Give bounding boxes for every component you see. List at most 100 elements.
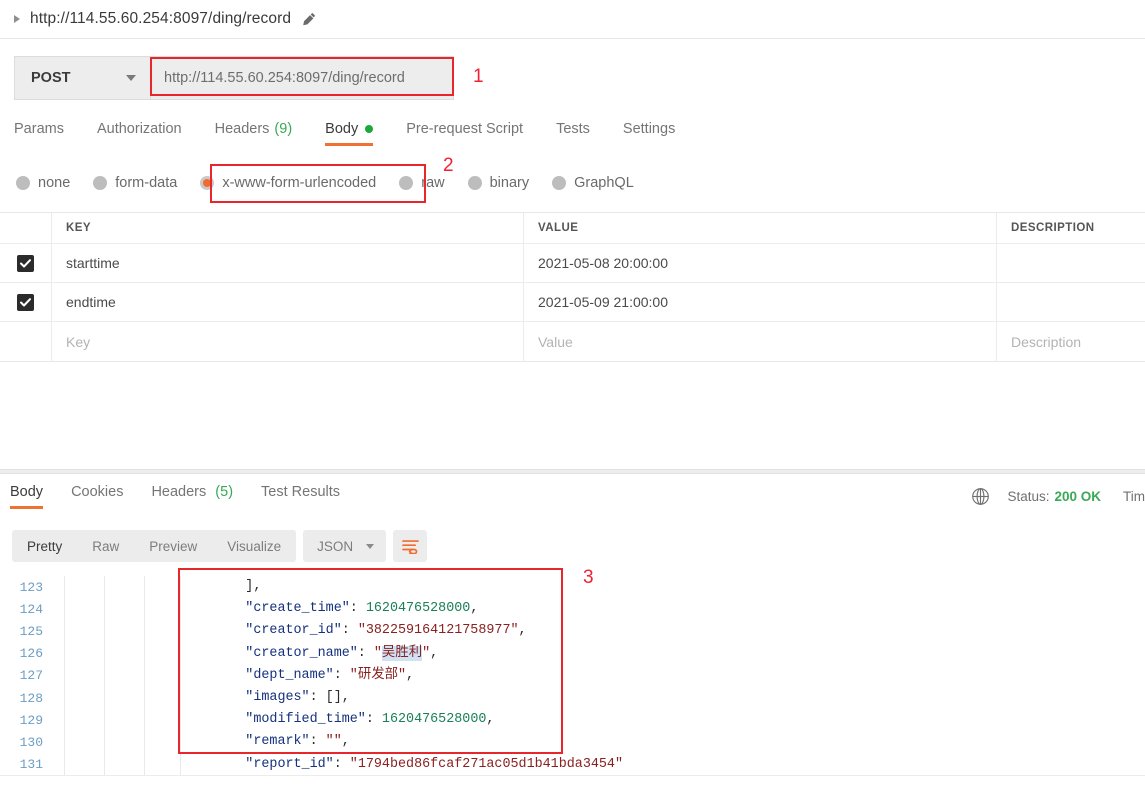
annotation-label-3: 3 xyxy=(583,567,594,588)
radio-none-icon xyxy=(16,176,30,190)
view-preview-button[interactable]: Preview xyxy=(134,530,212,562)
indent-guides xyxy=(56,642,181,665)
code-line: 129 "modified_time": 1620476528000, xyxy=(0,709,1145,732)
table-row: endtime 2021-05-09 21:00:00 xyxy=(0,283,1145,322)
bottom-edge xyxy=(0,775,1145,786)
radio-binary[interactable]: binary xyxy=(467,175,530,191)
header-cell-key: KEY xyxy=(52,213,524,243)
url-input[interactable]: http://114.55.60.254:8097/ding/record xyxy=(151,57,453,99)
indent-guides xyxy=(56,620,181,643)
checkbox-checked-icon[interactable] xyxy=(17,293,34,311)
radio-raw-label: raw xyxy=(421,175,445,191)
view-raw-button[interactable]: Raw xyxy=(77,530,134,562)
line-number: 125 xyxy=(19,623,43,639)
http-method-dropdown[interactable]: POST xyxy=(15,57,151,99)
radio-graphql-label: GraphQL xyxy=(574,175,634,191)
code-text: "report_id": "1794bed86fcaf271ac05d1b41b… xyxy=(245,756,623,772)
response-tab-test-results-label: Test Results xyxy=(261,484,341,500)
tab-authorization[interactable]: Authorization xyxy=(97,121,182,146)
response-tab-body[interactable]: Body xyxy=(10,484,44,509)
globe-icon[interactable] xyxy=(971,487,990,506)
response-body-code[interactable]: 123 ], 124 "create_time": 1620476528000, 1… xyxy=(0,576,1145,776)
status-label: Status: xyxy=(1007,489,1050,504)
table-row: starttime 2021-05-08 20:00:00 xyxy=(0,244,1145,283)
code-text: ], xyxy=(245,579,262,594)
indent-guides xyxy=(56,686,181,710)
header-cell-check xyxy=(0,213,52,243)
tab-settings[interactable]: Settings xyxy=(623,121,675,146)
line-number: 123 xyxy=(19,579,43,595)
tab-settings-label: Settings xyxy=(622,121,676,137)
code-line: 131 "report_id": "1794bed86fcaf271ac05d1… xyxy=(0,753,1145,776)
indent-guides xyxy=(56,598,181,621)
tab-headers-label: Headers xyxy=(214,121,270,137)
radio-binary-icon xyxy=(467,176,482,190)
request-titlebar: http://114.55.60.254:8097/ding/record xyxy=(0,0,1145,39)
chevron-down-icon xyxy=(366,543,375,549)
code-text: "creator_name": "吴胜利", xyxy=(245,645,439,661)
pencil-icon[interactable] xyxy=(302,12,317,27)
radio-form-data[interactable]: form-data xyxy=(93,175,177,191)
chevron-down-icon xyxy=(126,75,136,81)
http-method-label: POST xyxy=(31,70,71,86)
row-value-text: 2021-05-09 21:00:00 xyxy=(538,294,668,310)
row-checkbox-cell[interactable] xyxy=(0,244,52,282)
tab-tests[interactable]: Tests xyxy=(556,121,590,146)
row-key-cell[interactable]: endtime xyxy=(52,283,524,321)
response-tab-headers-count: (5) xyxy=(215,484,234,500)
radio-graphql[interactable]: GraphQL xyxy=(552,175,634,191)
code-line: 128 "images": [], xyxy=(0,686,1145,710)
line-number: 131 xyxy=(19,757,43,773)
code-line: 127 "dept_name": "研发部", xyxy=(0,664,1145,687)
tab-body[interactable]: Body xyxy=(325,121,374,146)
tab-tests-label: Tests xyxy=(556,121,590,137)
row-key-cell[interactable]: starttime xyxy=(52,244,524,282)
tab-pre-request-script[interactable]: Pre-request Script xyxy=(406,121,523,146)
checkbox-checked-icon[interactable] xyxy=(17,254,34,272)
row-description-cell[interactable] xyxy=(997,283,1145,321)
tab-headers-count: (9) xyxy=(274,121,293,137)
radio-none[interactable]: none xyxy=(16,175,70,191)
radio-raw[interactable]: raw xyxy=(399,175,445,191)
response-tab-cookies[interactable]: Cookies xyxy=(71,484,123,509)
radio-binary-label: binary xyxy=(489,175,530,191)
response-tab-headers[interactable]: Headers (5) xyxy=(151,484,233,509)
code-line: 125 "creator_id": "382259164121758977", xyxy=(0,620,1145,643)
radio-form-data-icon xyxy=(93,176,108,190)
header-cell-value: VALUE xyxy=(524,213,997,243)
triangle-right-icon[interactable] xyxy=(14,15,20,23)
code-line: 126 "creator_name": "吴胜利", xyxy=(0,642,1145,665)
radio-x-www-form-urlencoded-icon xyxy=(200,176,215,190)
postman-window: http://114.55.60.254:8097/ding/record PO… xyxy=(0,0,1145,786)
word-wrap-button[interactable] xyxy=(393,530,428,562)
tab-params[interactable]: Params xyxy=(14,121,64,146)
pane-splitter[interactable] xyxy=(0,469,1145,474)
tab-body-label: Body xyxy=(325,121,359,137)
code-text: "modified_time": 1620476528000, xyxy=(245,712,495,728)
new-value-input[interactable]: Value xyxy=(524,322,997,361)
radio-x-www-form-urlencoded[interactable]: x-www-form-urlencoded xyxy=(200,175,376,191)
code-line: 124 "create_time": 1620476528000, xyxy=(0,598,1145,621)
new-key-input[interactable]: Key xyxy=(52,322,524,361)
new-description-placeholder: Description xyxy=(1011,333,1082,350)
indent-guides xyxy=(56,753,181,776)
row-checkbox-cell[interactable] xyxy=(0,283,52,321)
page-title: http://114.55.60.254:8097/ding/record xyxy=(30,10,292,27)
line-number: 124 xyxy=(19,601,43,617)
row-key-text: endtime xyxy=(66,294,116,310)
view-visualize-button[interactable]: Visualize xyxy=(212,530,296,562)
row-value-cell[interactable]: 2021-05-09 21:00:00 xyxy=(524,283,997,321)
indent-guides xyxy=(56,576,181,599)
view-pretty-button[interactable]: Pretty xyxy=(12,530,77,562)
radio-graphql-icon xyxy=(552,176,567,190)
response-tab-test-results[interactable]: Test Results xyxy=(261,484,340,509)
response-format-dropdown[interactable]: JSON xyxy=(303,530,387,562)
line-number: 128 xyxy=(19,690,43,706)
row-description-cell[interactable] xyxy=(997,244,1145,282)
placeholder-checkbox-cell[interactable] xyxy=(0,322,52,361)
tab-headers[interactable]: Headers (9) xyxy=(215,121,293,146)
line-number: 127 xyxy=(19,668,43,684)
row-value-cell[interactable]: 2021-05-08 20:00:00 xyxy=(524,244,997,282)
new-description-input[interactable]: Description xyxy=(997,322,1145,361)
table-row-placeholder: Key Value Description xyxy=(0,322,1145,361)
